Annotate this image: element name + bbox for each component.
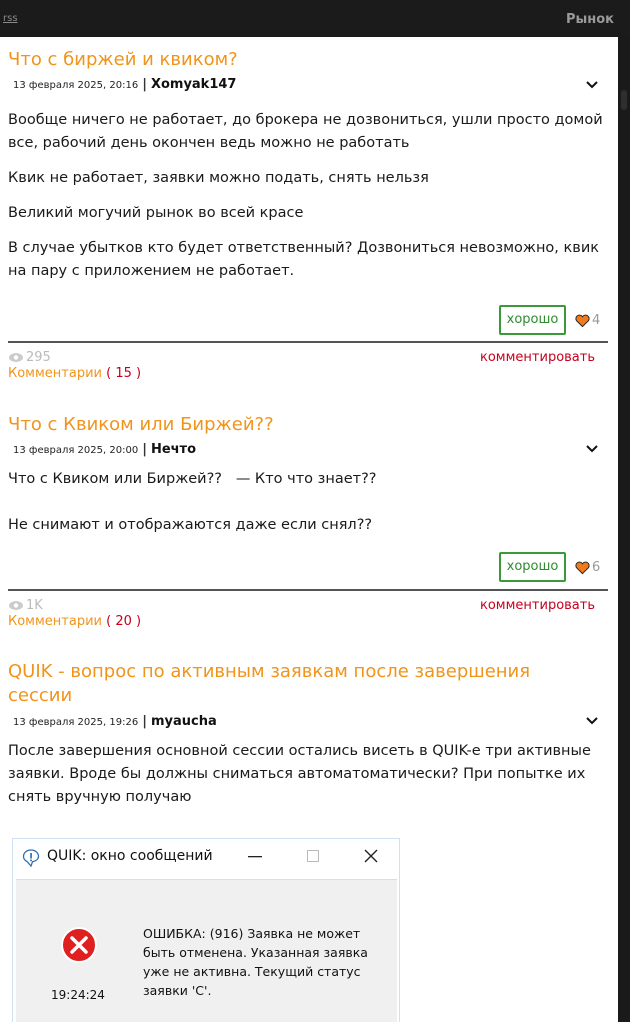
eye-icon: [9, 601, 23, 610]
comments-count: ( 15 ): [106, 366, 142, 381]
post-body: Вообще ничего не работает, до брокера не…: [8, 109, 604, 283]
comments-link[interactable]: Комментарии ( 20 ): [8, 614, 141, 629]
chevron-down-icon[interactable]: [585, 714, 599, 728]
divider: [8, 341, 608, 343]
views-count: 295: [26, 350, 51, 365]
quik-dialog-body: ОШИБКА: (916) Заявка не может быть отмен…: [16, 879, 397, 1022]
quik-dialog-title: QUIK: окно сообщений: [47, 848, 213, 864]
post-body: После завершения основной сессии осталис…: [8, 740, 604, 809]
post-paragraph: После завершения основной сессии осталис…: [8, 743, 591, 805]
post-paragraph: Вообще ничего не работает, до брокера не…: [8, 112, 603, 151]
post-date: 13 февраля 2025, 20:00: [13, 445, 139, 456]
close-icon: [364, 849, 378, 863]
post-title[interactable]: QUIK - вопрос по активным заявкам после …: [8, 660, 568, 708]
post-title[interactable]: Что с биржей и квиком?: [8, 48, 568, 72]
top-bar: rss Рынок: [0, 0, 630, 37]
post-meta: 13 февраля 2025, 20:00 | Нечто: [13, 442, 197, 457]
post-body: Что с Квиком или Биржей?? — Кто что знае…: [8, 468, 604, 537]
error-icon: [61, 927, 97, 963]
good-button[interactable]: хорошо: [499, 305, 566, 335]
heart-icon[interactable]: [575, 314, 590, 328]
eye-icon: [9, 353, 23, 362]
post-meta: 13 февраля 2025, 19:26 | myaucha: [13, 714, 217, 729]
comments-link[interactable]: Комментарии ( 15 ): [8, 366, 141, 381]
quik-error-time: 19:24:24: [51, 988, 105, 1002]
post-title[interactable]: Что с Квиком или Биржей??: [8, 413, 568, 437]
maximize-icon: [307, 850, 319, 862]
chevron-down-icon[interactable]: [585, 78, 599, 92]
post-paragraph: Великий могучий рынок во всей красе: [8, 205, 304, 221]
comment-link[interactable]: комментировать: [480, 598, 595, 613]
post-date: 13 февраля 2025, 20:16: [13, 80, 139, 91]
comments-label: Комментарии: [8, 614, 102, 629]
heart-icon[interactable]: [575, 561, 590, 575]
post-meta: 13 февраля 2025, 20:16 | Xomyak147: [13, 77, 237, 92]
section-link[interactable]: Рынок: [566, 12, 614, 27]
comments-label: Комментарии: [8, 366, 102, 381]
feed: Что с биржей и квиком? 13 февраля 2025, …: [0, 37, 618, 1022]
views-count: 1K: [26, 598, 43, 613]
scrollbar-thumb[interactable]: [621, 90, 627, 110]
minimize-icon: [248, 856, 262, 858]
quik-dialog-image: QUIK: окно сообщений ОШИБКА: (916) Заявк…: [12, 838, 400, 1022]
info-bubble-icon: [22, 849, 40, 867]
post-author[interactable]: Нечто: [151, 442, 196, 457]
post-date: 13 февраля 2025, 19:26: [13, 717, 139, 728]
post-paragraph: Квик не работает, заявки можно подать, с…: [8, 170, 429, 186]
post-paragraph: Не снимают и отображаются даже если снял…: [8, 517, 373, 533]
quik-titlebar: QUIK: окно сообщений: [13, 839, 399, 876]
likes-count: 4: [592, 313, 601, 328]
post-paragraph: В случае убытков кто будет ответственный…: [8, 240, 600, 279]
divider: [8, 589, 608, 591]
quik-error-message: ОШИБКА: (916) Заявка не может быть отмен…: [143, 926, 368, 998]
chevron-down-icon[interactable]: [585, 442, 599, 456]
comment-link[interactable]: комментировать: [480, 350, 595, 365]
good-button[interactable]: хорошо: [499, 552, 566, 582]
post-author[interactable]: myaucha: [151, 714, 217, 729]
scrollbar[interactable]: [618, 37, 630, 1022]
rss-link[interactable]: rss: [3, 13, 18, 24]
likes-count: 6: [592, 560, 601, 575]
post-paragraph: Что с Квиком или Биржей?? — Кто что знае…: [8, 471, 377, 487]
comments-count: ( 20 ): [106, 614, 142, 629]
post-author[interactable]: Xomyak147: [151, 77, 237, 92]
